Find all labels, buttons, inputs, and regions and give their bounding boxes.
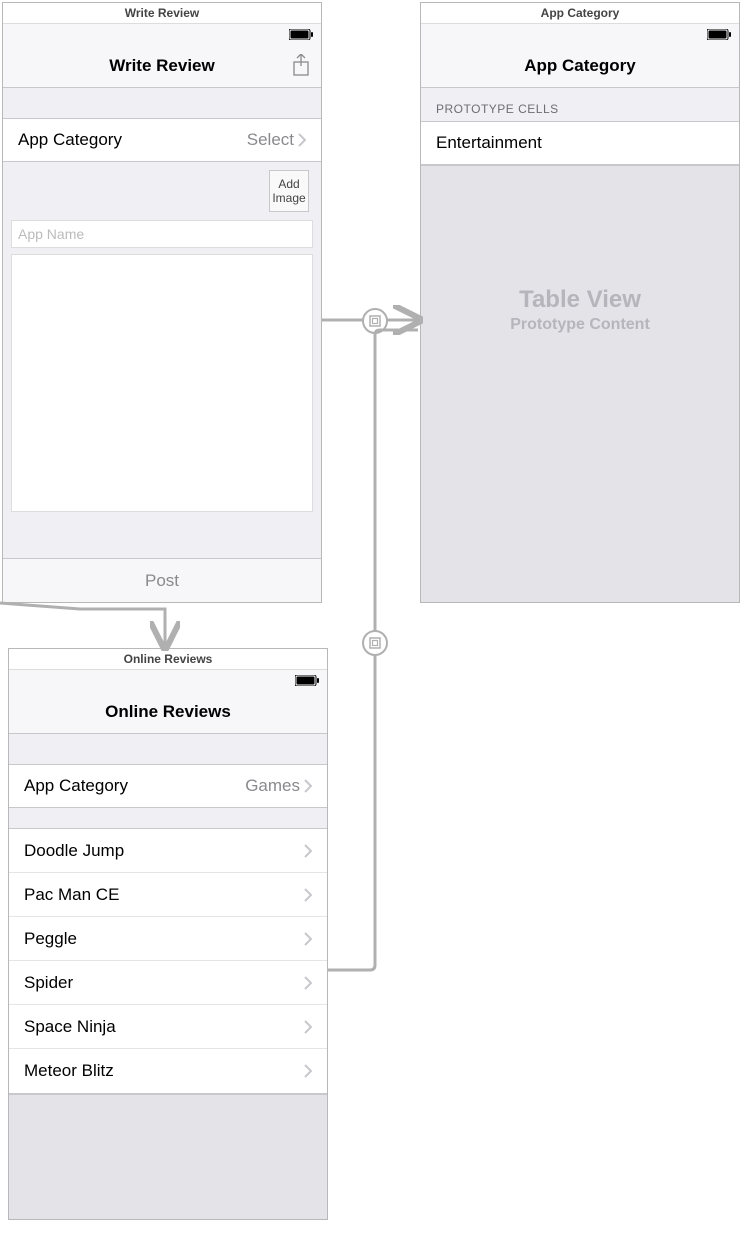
reviews-list: Doodle Jump Pac Man CE Peggle Spider Space N…: [9, 828, 327, 1094]
chevron-right-icon: [304, 888, 312, 902]
battery-icon: [289, 29, 313, 40]
chevron-right-icon: [304, 932, 312, 946]
prototype-cell-label: Entertainment: [436, 133, 542, 153]
status-bar: [3, 24, 321, 44]
share-button[interactable]: [289, 54, 313, 78]
prototype-cell[interactable]: Entertainment: [421, 121, 739, 165]
status-bar: [9, 670, 327, 690]
list-item-label: Doodle Jump: [24, 841, 124, 861]
cell-app-category[interactable]: App Category Games: [9, 764, 327, 808]
screen-write-review: Write Review Write Review App Category S…: [2, 2, 322, 603]
placeholder-subtitle: Prototype Content: [510, 316, 650, 334]
cell-label: App Category: [24, 776, 245, 796]
nav-bar: App Category: [421, 44, 739, 88]
add-image-button[interactable]: Add Image: [269, 170, 309, 212]
review-textarea[interactable]: [11, 254, 313, 512]
share-icon: [291, 54, 311, 78]
nav-bar: Write Review: [3, 44, 321, 88]
list-item-label: Pac Man CE: [24, 885, 119, 905]
list-item-label: Spider: [24, 973, 73, 993]
tableview-placeholder: Table View Prototype Content: [421, 165, 739, 602]
chevron-right-icon: [304, 1020, 312, 1034]
app-name-input[interactable]: [11, 220, 313, 248]
nav-title: App Category: [524, 56, 635, 76]
cell-value: Games: [245, 776, 300, 796]
list-item-label: Space Ninja: [24, 1017, 116, 1037]
cell-app-category[interactable]: App Category Select: [3, 118, 321, 162]
nav-title: Online Reviews: [105, 702, 231, 722]
list-item[interactable]: Space Ninja: [9, 1005, 327, 1049]
chevron-right-icon: [304, 844, 312, 858]
scene-title: Write Review: [3, 3, 321, 24]
chevron-right-icon: [304, 1064, 312, 1078]
list-item[interactable]: Spider: [9, 961, 327, 1005]
nav-title: Write Review: [109, 56, 215, 76]
battery-icon: [707, 29, 731, 40]
status-bar: [421, 24, 739, 44]
section-header: PROTOTYPE CELLS: [421, 88, 739, 121]
screen-app-category: App Category App Category PROTOTYPE CELL…: [420, 2, 740, 603]
chevron-right-icon: [304, 779, 312, 793]
list-item[interactable]: Peggle: [9, 917, 327, 961]
placeholder-title: Table View: [519, 286, 641, 314]
cell-label: App Category: [18, 130, 247, 150]
list-item[interactable]: Pac Man CE: [9, 873, 327, 917]
list-item-label: Peggle: [24, 929, 77, 949]
screen-online-reviews: Online Reviews Online Reviews App Catego…: [8, 648, 328, 1220]
segue-arrow: [0, 603, 185, 653]
list-item[interactable]: Doodle Jump: [9, 829, 327, 873]
scene-title: App Category: [421, 3, 739, 24]
nav-bar: Online Reviews: [9, 690, 327, 734]
battery-icon: [295, 675, 319, 686]
cell-value: Select: [247, 130, 294, 150]
post-button[interactable]: Post: [3, 558, 321, 602]
list-item-label: Meteor Blitz: [24, 1061, 114, 1081]
chevron-right-icon: [298, 133, 306, 147]
segue-node-icon: [362, 630, 388, 656]
chevron-right-icon: [304, 976, 312, 990]
list-item[interactable]: Meteor Blitz: [9, 1049, 327, 1093]
